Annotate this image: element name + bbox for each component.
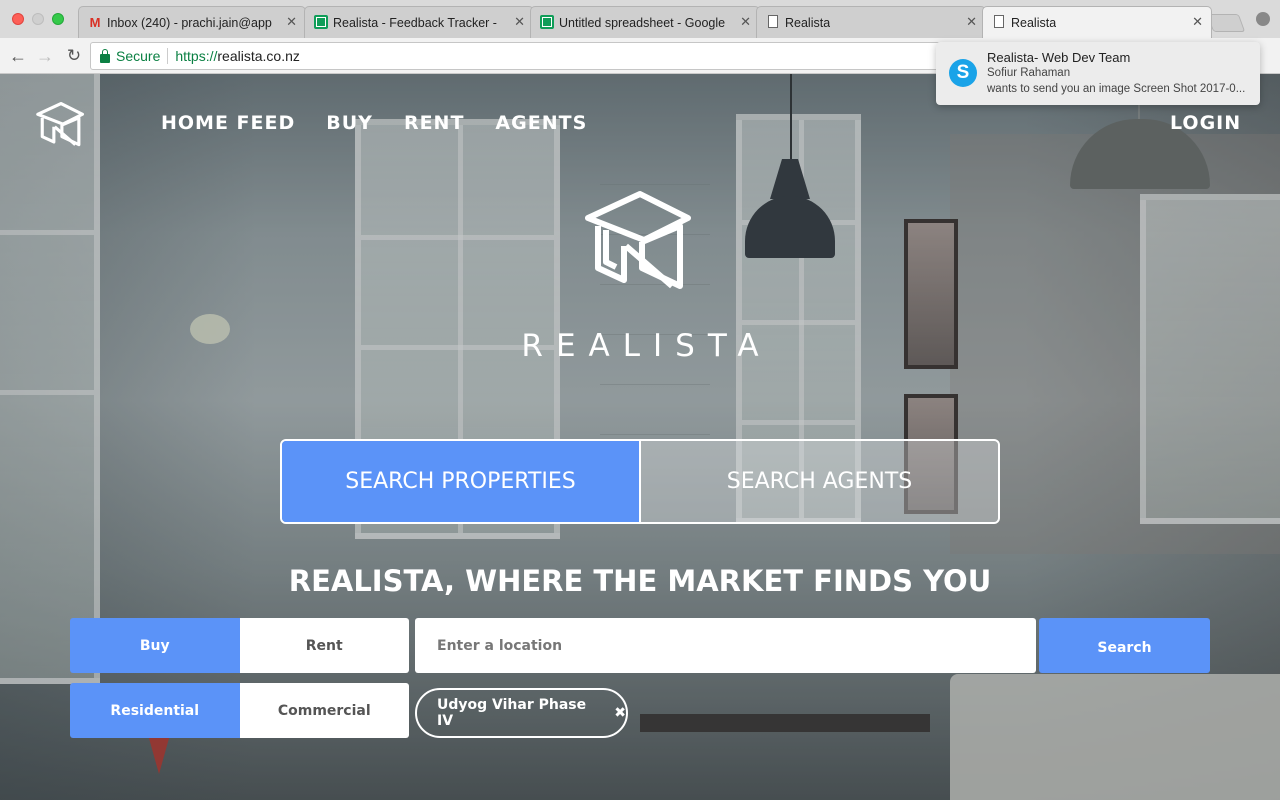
sheets-icon xyxy=(540,15,554,29)
lock-icon xyxy=(100,48,110,63)
skype-icon: S xyxy=(949,59,977,87)
search-type-switch: SEARCH PROPERTIES SEARCH AGENTS xyxy=(280,439,1000,524)
close-tab-icon[interactable]: ✕ xyxy=(514,14,525,30)
secure-label: Secure xyxy=(116,48,161,64)
search-button[interactable]: Search xyxy=(1039,618,1210,673)
profile-icon[interactable] xyxy=(1256,12,1270,26)
login-link[interactable]: LOGIN xyxy=(1170,112,1241,134)
tab-untitled-spreadsheet[interactable]: Untitled spreadsheet - Google ✕ xyxy=(530,6,760,38)
sheets-icon xyxy=(314,15,328,29)
realista-homepage: HOME FEED BUY RENT AGENTS LOGIN REALISTA… xyxy=(0,74,1280,800)
residential-option[interactable]: Residential xyxy=(70,683,240,738)
notification-title: Realista- Web Dev Team xyxy=(987,50,1131,65)
browser-tabstrip: M Inbox (240) - prachi.jain@app ✕ Realis… xyxy=(0,0,1280,38)
reload-icon[interactable]: ↻ xyxy=(62,44,86,68)
tab-title: Untitled spreadsheet - Google xyxy=(559,15,726,30)
maximize-window-button[interactable] xyxy=(52,13,64,25)
tab-search-properties[interactable]: SEARCH PROPERTIES xyxy=(282,441,639,522)
forward-arrow-icon[interactable]: → xyxy=(33,44,57,68)
notification-sender: Sofiur Rahaman xyxy=(987,67,1071,79)
url-host: realista.co.nz xyxy=(217,48,300,64)
tab-realista[interactable]: Realista ✕ xyxy=(756,6,986,38)
close-tab-icon[interactable]: ✕ xyxy=(1192,14,1203,30)
back-arrow-icon[interactable]: ← xyxy=(6,44,30,68)
notification-message: wants to send you an image Screen Shot 2… xyxy=(987,83,1246,95)
close-tab-icon[interactable]: ✕ xyxy=(286,14,297,30)
url-scheme: https:// xyxy=(175,48,218,64)
minimize-window-button[interactable] xyxy=(32,13,44,25)
nav-agents[interactable]: AGENTS xyxy=(495,112,587,134)
listing-type-toggle: Buy Rent xyxy=(70,618,409,673)
tab-realista-active[interactable]: Realista ✕ xyxy=(982,6,1212,38)
gmail-icon: M xyxy=(89,14,101,30)
tab-title: Realista - Feedback Tracker - xyxy=(333,15,497,30)
document-icon xyxy=(768,15,778,28)
tab-feedback-tracker[interactable]: Realista - Feedback Tracker - ✕ xyxy=(304,6,534,38)
brand-name: REALISTA xyxy=(521,328,772,364)
location-input[interactable] xyxy=(415,618,1036,673)
main-nav: HOME FEED BUY RENT AGENTS xyxy=(161,112,618,134)
document-icon xyxy=(994,15,1004,28)
tab-title: Realista xyxy=(1011,15,1057,30)
nav-buy[interactable]: BUY xyxy=(326,112,373,134)
remove-chip-icon[interactable]: ✖ xyxy=(614,705,626,721)
divider xyxy=(167,48,169,64)
location-chip-label: Udyog Vihar Phase IV xyxy=(437,697,587,729)
commercial-option[interactable]: Commercial xyxy=(239,683,409,738)
location-chip: Udyog Vihar Phase IV ✖ xyxy=(415,688,628,738)
skype-notification[interactable]: S Realista- Web Dev Team Sofiur Rahaman … xyxy=(936,42,1260,105)
rent-option[interactable]: Rent xyxy=(239,618,409,673)
property-type-toggle: Residential Commercial xyxy=(70,683,409,738)
nav-login[interactable]: LOGIN xyxy=(1170,112,1241,134)
close-tab-icon[interactable]: ✕ xyxy=(966,14,977,30)
close-window-button[interactable] xyxy=(12,13,24,25)
buy-option[interactable]: Buy xyxy=(70,618,240,673)
tab-gmail-inbox[interactable]: M Inbox (240) - prachi.jain@app ✕ xyxy=(78,6,306,38)
new-tab-button[interactable] xyxy=(1206,14,1246,32)
tab-title: Inbox (240) - prachi.jain@app xyxy=(107,15,272,30)
tagline: REALISTA, WHERE THE MARKET FINDS YOU xyxy=(288,564,992,598)
nav-rent[interactable]: RENT xyxy=(404,112,464,134)
nav-home-feed[interactable]: HOME FEED xyxy=(161,112,295,134)
realista-logo-icon xyxy=(585,191,691,289)
realista-logo-icon[interactable] xyxy=(36,100,86,150)
tab-title: Realista xyxy=(785,15,831,30)
close-tab-icon[interactable]: ✕ xyxy=(740,14,751,30)
tab-search-agents[interactable]: SEARCH AGENTS xyxy=(639,441,998,522)
